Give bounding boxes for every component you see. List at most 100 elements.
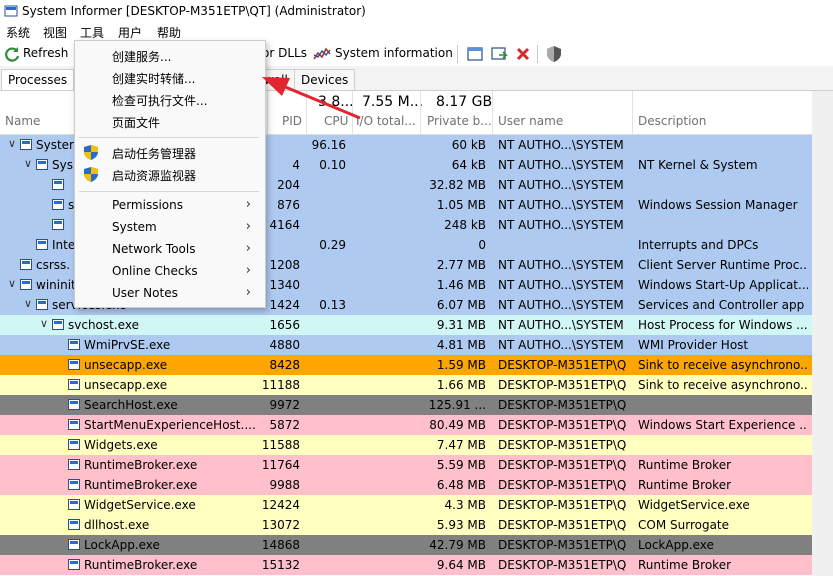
- process-cpu: 0.13: [319, 298, 346, 312]
- column-separator[interactable]: [492, 91, 493, 134]
- column-pid[interactable]: PID: [282, 114, 302, 128]
- process-description: Sink to receive asynchrono...: [638, 378, 808, 392]
- process-user-name: NT AUTHO...\SYSTEM: [498, 218, 624, 232]
- process-row[interactable]: SearchHost.exe 9972 125.91 ... DESKTOP-M351…: [0, 395, 812, 415]
- column-cpu[interactable]: CPU: [324, 114, 348, 128]
- system-information-button[interactable]: System information: [335, 46, 453, 60]
- process-name: RuntimeBroker.exe: [84, 458, 198, 472]
- process-description: Runtime Broker: [638, 458, 732, 472]
- column-separator[interactable]: [420, 91, 421, 134]
- toolbar-separator: [457, 45, 458, 63]
- process-row[interactable]: RuntimeBroker.exe 15132 9.64 MB DESKTOP-M35…: [0, 555, 812, 575]
- column-io-total[interactable]: I/O total...: [356, 114, 416, 128]
- process-private-bytes: 6.07 MB: [436, 298, 486, 312]
- column-separator[interactable]: [267, 91, 268, 134]
- window-title: System Informer [DESKTOP-M351ETP\QT] (Ad…: [22, 4, 366, 18]
- refresh-button[interactable]: Refresh: [23, 46, 68, 60]
- menu-item-network-tools[interactable]: Network Tools: [112, 242, 195, 256]
- process-description: WidgetService.exe: [638, 498, 750, 512]
- process-row[interactable]: StartMenuExperienceHost.... 5872 80.49 MB D…: [0, 415, 812, 435]
- process-row[interactable]: WidgetService.exe 12424 4.3 MB DESKTOP-M351…: [0, 495, 812, 515]
- process-pid: 11188: [261, 378, 300, 392]
- process-icon: [68, 499, 80, 510]
- process-row[interactable]: Widgets.exe 11588 7.47 MB DESKTOP-M351ETP\Q: [0, 435, 812, 455]
- process-row[interactable]: unsecapp.exe 8428 1.59 MB DESKTOP-M351ETP\Q…: [0, 355, 812, 375]
- tools-menu: 创建服务... 创建实时转储... 检查可执行文件... 页面文件 启动任务管理…: [74, 40, 266, 308]
- uac-shield-icon: [84, 145, 98, 160]
- process-icon: [36, 299, 48, 310]
- process-description: Sink to receive asynchrono...: [638, 358, 808, 372]
- tab-processes[interactable]: Processes: [1, 69, 75, 90]
- process-name: SearchHost.exe: [84, 398, 178, 412]
- process-user-name: DESKTOP-M351ETP\Q: [498, 358, 627, 372]
- tab-processes-label: Processes: [8, 73, 68, 87]
- tab-devices[interactable]: Devices: [294, 69, 356, 90]
- menu-item-create-service[interactable]: 创建服务...: [112, 48, 171, 65]
- window-icon[interactable]: [466, 45, 484, 63]
- chevron-down-icon[interactable]: ∨: [8, 137, 16, 150]
- process-name: svchost.exe: [68, 318, 139, 332]
- process-icon: [68, 419, 80, 430]
- menu-users[interactable]: 用户: [118, 24, 142, 41]
- process-pid: 9972: [269, 398, 300, 412]
- column-name[interactable]: Name: [5, 114, 40, 128]
- chevron-down-icon[interactable]: ∨: [8, 277, 16, 290]
- process-icon: [68, 379, 80, 390]
- menu-system[interactable]: 系统: [6, 24, 30, 41]
- process-row[interactable]: ∨ svchost.exe 1656 9.31 MB NT AUTHO...\SYSTE…: [0, 315, 812, 335]
- menu-separator: [79, 137, 259, 138]
- menu-item-user-notes[interactable]: User Notes: [112, 286, 178, 300]
- menu-item-permissions[interactable]: Permissions: [112, 198, 183, 212]
- menu-item-start-resource-monitor[interactable]: 启动资源监视器: [112, 167, 196, 184]
- column-private-bytes[interactable]: Private b...: [427, 114, 492, 128]
- close-icon[interactable]: [514, 45, 532, 63]
- menu-item-inspect-executable[interactable]: 检查可执行文件...: [112, 92, 207, 109]
- process-pid: 9988: [269, 478, 300, 492]
- process-row[interactable]: WmiPrvSE.exe 4880 4.81 MB NT AUTHO...\SYSTE…: [0, 335, 812, 355]
- process-row[interactable]: RuntimeBroker.exe 11764 5.59 MB DESKTOP-M35…: [0, 455, 812, 475]
- column-separator[interactable]: [632, 91, 633, 134]
- process-user-name: NT AUTHO...\SYSTEM: [498, 318, 624, 332]
- process-user-name: NT AUTHO...\SYSTEM: [498, 158, 624, 172]
- process-description: Runtime Broker: [638, 478, 732, 492]
- chevron-right-icon: ›: [245, 219, 251, 234]
- process-row[interactable]: LockApp.exe 14868 42.79 MB DESKTOP-M351ETP\…: [0, 535, 812, 555]
- process-user-name: DESKTOP-M351ETP\Q: [498, 538, 627, 552]
- menu-item-online-checks[interactable]: Online Checks: [112, 264, 198, 278]
- shield-icon[interactable]: [545, 45, 563, 63]
- menu-help[interactable]: 帮助: [157, 24, 181, 41]
- menu-item-system[interactable]: System: [112, 220, 157, 234]
- column-separator[interactable]: [352, 91, 353, 134]
- system-information-icon[interactable]: [313, 45, 331, 63]
- process-row[interactable]: unsecapp.exe 11188 1.66 MB DESKTOP-M351ETP\…: [0, 375, 812, 395]
- process-description: WMI Provider Host: [638, 338, 749, 352]
- find-handles-dlls-button[interactable]: or DLLs: [262, 46, 307, 60]
- chevron-down-icon[interactable]: ∨: [40, 317, 48, 330]
- menu-item-pagefiles[interactable]: 页面文件: [112, 114, 160, 131]
- column-user-name[interactable]: User name: [498, 114, 563, 128]
- chevron-down-icon[interactable]: ∨: [24, 157, 32, 170]
- refresh-icon[interactable]: [3, 45, 21, 63]
- process-private-bytes: 125.91 ...: [428, 398, 486, 412]
- find-window-icon[interactable]: [490, 45, 508, 63]
- toolbar-separator: [537, 45, 538, 63]
- menu-item-start-task-manager[interactable]: 启动任务管理器: [112, 145, 196, 162]
- chevron-down-icon[interactable]: ∨: [24, 297, 32, 310]
- column-separator[interactable]: [306, 91, 307, 134]
- process-row[interactable]: RuntimeBroker.exe 9988 6.48 MB DESKTOP-M351…: [0, 475, 812, 495]
- menu-separator: [79, 191, 259, 192]
- process-icon: [36, 239, 48, 250]
- process-row[interactable]: dllhost.exe 13072 5.93 MB DESKTOP-M351ETP\Q…: [0, 515, 812, 535]
- process-name: StartMenuExperienceHost....: [84, 418, 256, 432]
- process-description: COM Surrogate: [638, 518, 730, 532]
- process-icon: [68, 539, 80, 550]
- menu-item-create-live-dump[interactable]: 创建实时转储...: [112, 70, 195, 87]
- column-description[interactable]: Description: [638, 114, 706, 128]
- uac-shield-icon: [84, 167, 98, 182]
- menu-view[interactable]: 视图: [43, 24, 67, 41]
- process-private-bytes: 9.64 MB: [436, 558, 486, 572]
- process-icon: [36, 159, 48, 170]
- menu-bar: 系统 视图 工具 用户 帮助: [0, 22, 833, 42]
- menu-tools[interactable]: 工具: [80, 24, 104, 41]
- vertical-scrollbar[interactable]: [812, 91, 833, 576]
